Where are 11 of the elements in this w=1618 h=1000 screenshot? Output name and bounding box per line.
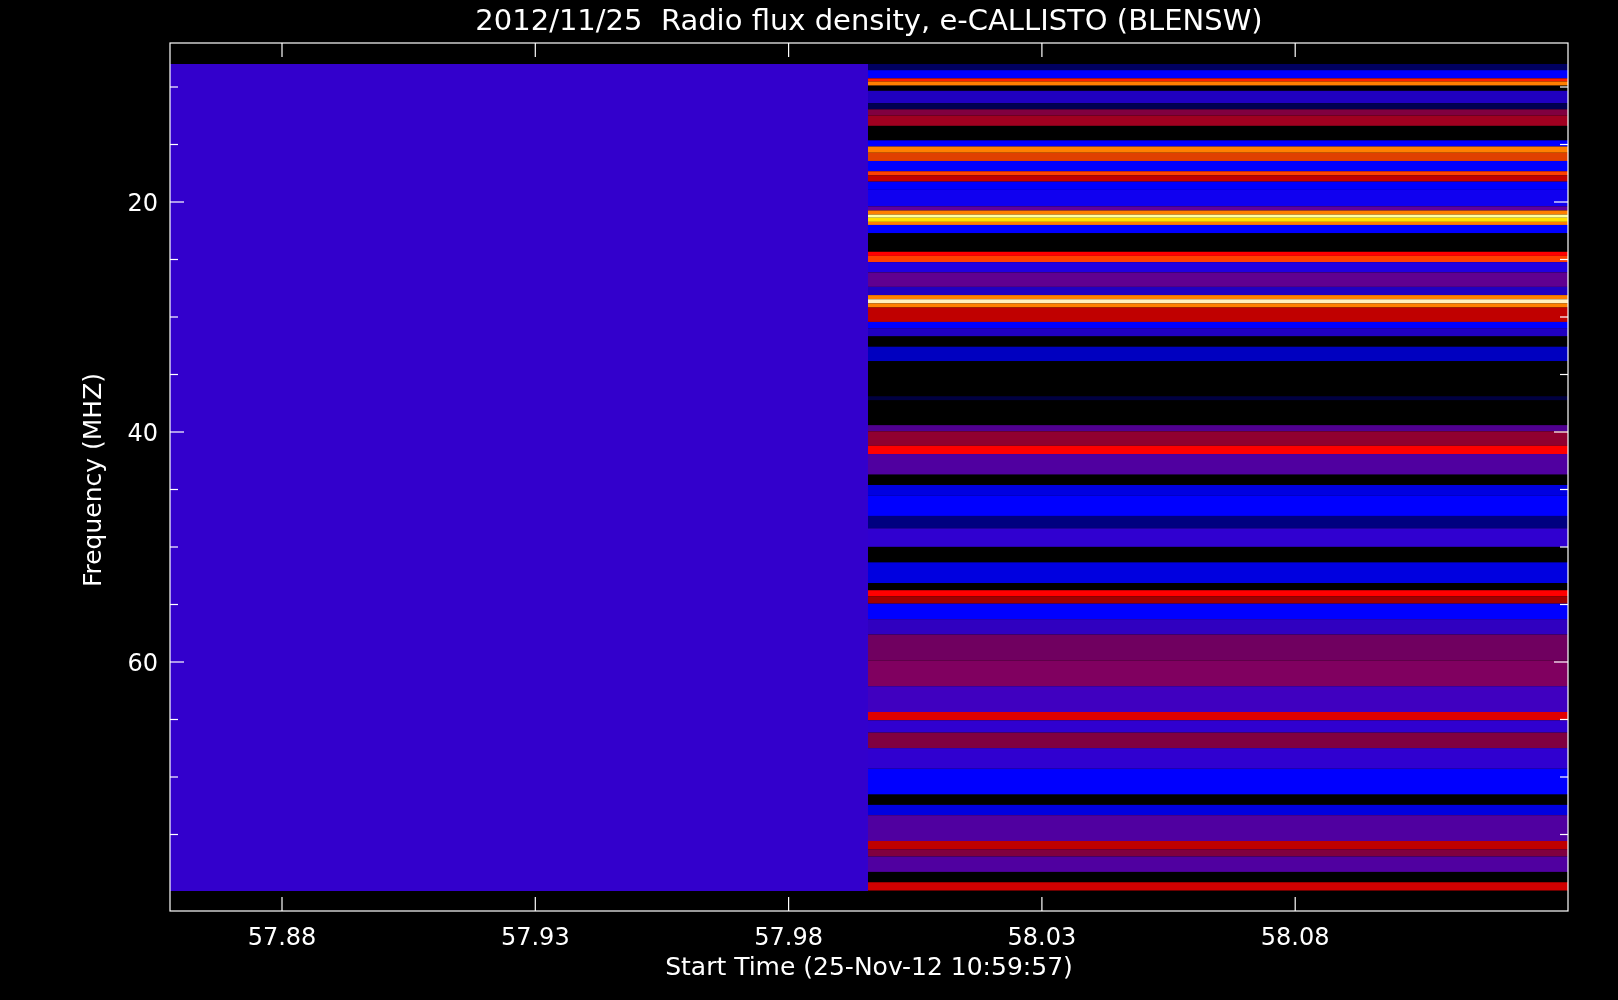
x-tick-label: 57.93 bbox=[500, 923, 570, 951]
x-tick-label: 58.03 bbox=[1007, 923, 1077, 951]
y-tick-label: 40 bbox=[127, 419, 158, 447]
chart-title: 2012/11/25 Radio flux density, e-CALLISTO (BLENSW) bbox=[475, 3, 1263, 37]
x-tick-label: 57.98 bbox=[754, 923, 823, 951]
y-axis-label: Frequency (MHZ) bbox=[78, 372, 107, 588]
y-tick-label: 20 bbox=[127, 189, 158, 217]
x-tick-label: 58.08 bbox=[1260, 923, 1330, 951]
y-tick-label: 60 bbox=[127, 649, 158, 677]
x-tick-label: 57.88 bbox=[247, 923, 317, 951]
x-axis-label: Start Time (25-Nov-12 10:59:57) bbox=[665, 952, 1073, 981]
